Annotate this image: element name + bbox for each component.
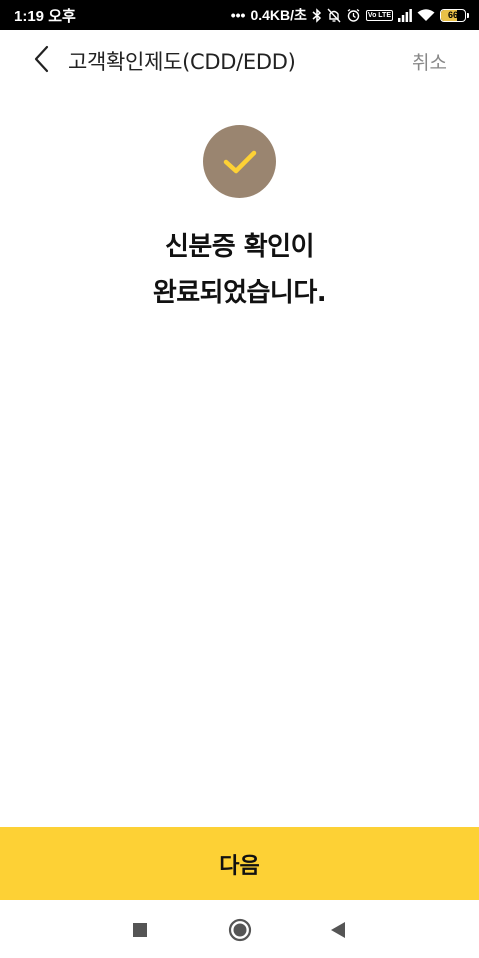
battery-icon: 66 (440, 8, 469, 22)
mute-icon (327, 8, 341, 23)
more-notifications-icon: ••• (230, 7, 246, 23)
battery-level: 66 (447, 10, 458, 20)
chevron-left-icon (34, 45, 49, 73)
status-left: 1:19 오후 (14, 5, 76, 26)
circle-icon (228, 918, 252, 942)
success-check-badge (203, 125, 276, 198)
checkmark-icon (223, 150, 256, 173)
signal-icon (398, 8, 412, 22)
battery-tip (467, 12, 469, 18)
square-icon (133, 923, 147, 937)
message-line-1: 신분증 확인이 (164, 232, 315, 262)
status-time: 1:19 오후 (14, 7, 76, 25)
recents-button[interactable] (128, 918, 152, 942)
triangle-back-icon (331, 922, 345, 938)
page-title: 고객확인제도(CDD/EDD) (68, 50, 296, 74)
wifi-icon (417, 8, 435, 22)
next-button-label: 다음 (219, 853, 260, 879)
status-right: ••• 0.4KB/초 Vo LTE 66 (231, 5, 469, 25)
status-bar: 1:19 오후 ••• 0.4KB/초 Vo LTE 66 (0, 0, 479, 30)
system-nav-bar (0, 900, 479, 958)
battery-body: 66 (440, 8, 466, 22)
bluetooth-icon (312, 7, 322, 23)
completion-message: 신분증 확인이 완료되었습니다. (0, 224, 479, 316)
alarm-icon (346, 8, 361, 23)
back-nav-button[interactable] (326, 918, 350, 942)
message-line-2: 완료되었습니다. (152, 278, 327, 308)
back-button[interactable] (28, 44, 54, 74)
app-header: 고객확인제도(CDD/EDD) 취소 (0, 30, 479, 88)
volte-badge: Vo LTE (365, 9, 393, 21)
network-speed: 0.4KB/초 (250, 7, 307, 23)
home-button[interactable] (228, 918, 252, 942)
cancel-button[interactable]: 취소 (412, 48, 447, 75)
next-button[interactable]: 다음 (0, 827, 479, 900)
